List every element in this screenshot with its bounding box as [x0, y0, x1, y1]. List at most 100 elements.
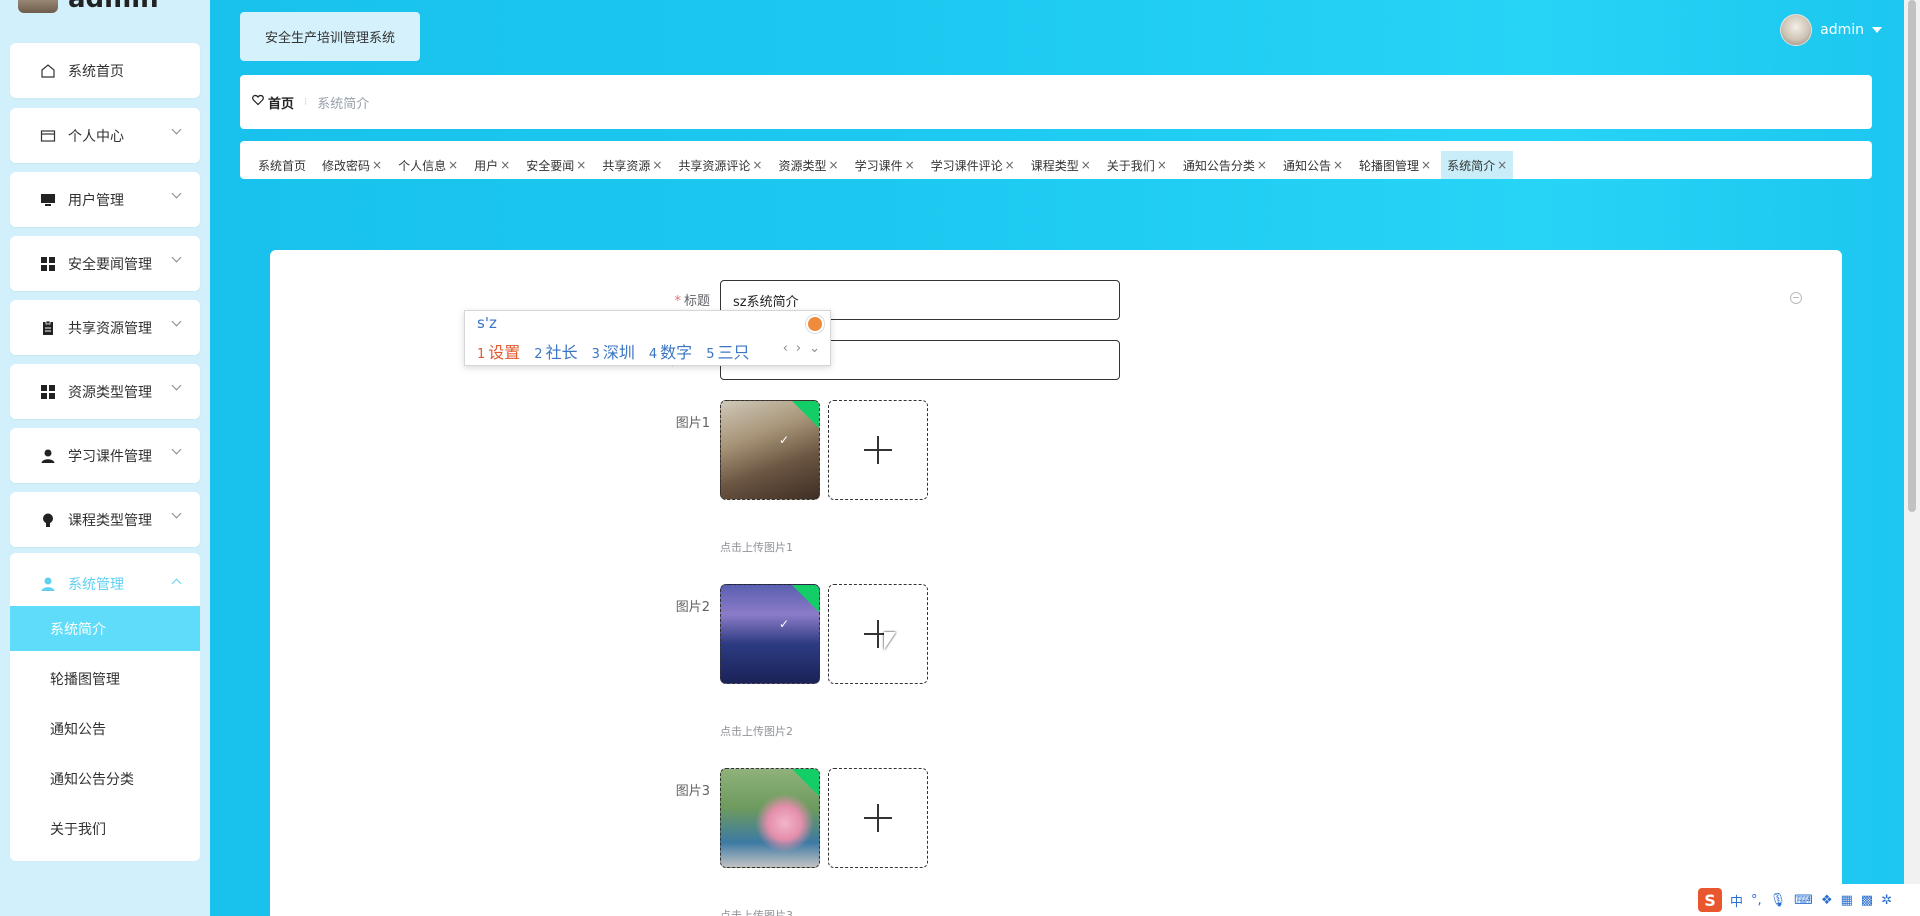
submenu-item-notice-category[interactable]: 通知公告分类 [10, 756, 200, 801]
close-icon[interactable]: × [448, 158, 458, 172]
submenu-item-system-intro[interactable]: 系统简介 [10, 606, 200, 651]
ime-candidate[interactable]: 2 社长 [534, 339, 577, 363]
image1-thumbnail[interactable]: ✓ [720, 400, 820, 500]
sidebar: admin 系统首页 个人中心 用户管理 安全要闻管理 共享资源管理 [0, 0, 210, 916]
tab-resource-types[interactable]: 资源类型 × [772, 151, 844, 179]
chevron-down-icon[interactable]: ⌄ [809, 341, 820, 356]
success-corner [792, 401, 819, 430]
close-icon[interactable]: × [500, 158, 510, 172]
ime-candidate[interactable]: 1 设置 [477, 339, 520, 363]
sidebar-item-label: 安全要闻管理 [68, 256, 152, 273]
close-icon[interactable]: × [1497, 158, 1507, 172]
ime-language-toggle[interactable]: 中 [1730, 891, 1743, 910]
close-icon[interactable]: × [752, 158, 762, 172]
chevron-down-icon [171, 188, 182, 199]
image2-upload-button[interactable] [828, 584, 928, 684]
chevron-up-icon [171, 578, 182, 589]
image3-thumbnail[interactable] [720, 768, 820, 868]
sidebar-item-shared-resources[interactable]: 共享资源管理 [10, 300, 200, 355]
keyboard-icon[interactable]: ⌨ [1794, 893, 1813, 908]
submenu-item-about-us[interactable]: 关于我们 [10, 806, 200, 851]
tab-courseware-comments[interactable]: 学习课件评论 × [925, 151, 1021, 179]
check-icon: ✓ [779, 617, 790, 631]
sidebar-item-user-management[interactable]: 用户管理 [10, 172, 200, 227]
breadcrumb-home-label: 首页 [268, 96, 295, 112]
close-icon[interactable]: × [1421, 158, 1431, 172]
home-icon [40, 63, 56, 79]
tab-shared-resource-comments[interactable]: 共享资源评论 × [672, 151, 768, 179]
sidebar-item-label: 系统管理 [68, 576, 124, 593]
submenu-item-label: 系统简介 [50, 621, 106, 638]
breadcrumb-home[interactable]: 首页 [252, 93, 294, 112]
settings-icon[interactable]: ✲ [1881, 893, 1892, 908]
sidebar-item-label: 课程类型管理 [68, 512, 152, 529]
tab-label: 通知公告 [1282, 158, 1331, 173]
image2-thumbnail[interactable]: ✓ [720, 584, 820, 684]
ime-logo-icon [806, 315, 824, 333]
image3-upload-button[interactable] [828, 768, 928, 868]
close-circle-icon[interactable] [1790, 292, 1802, 304]
microphone-icon[interactable]: 🎙 [1770, 893, 1787, 908]
tab-about-us[interactable]: 关于我们 × [1101, 151, 1173, 179]
close-icon[interactable]: × [1081, 158, 1091, 172]
sidebar-item-courseware[interactable]: 学习课件管理 [10, 428, 200, 483]
close-icon[interactable]: × [905, 158, 915, 172]
close-icon[interactable]: × [1005, 158, 1015, 172]
close-icon[interactable]: × [829, 158, 839, 172]
brand-text: admin [68, 0, 159, 14]
ime-candidate[interactable]: 4 数字 [649, 339, 692, 363]
submenu-item-notice[interactable]: 通知公告 [10, 706, 200, 751]
scrollbar-thumb[interactable] [1908, 0, 1916, 512]
person-icon [40, 448, 56, 464]
ime-candidate[interactable]: 5 三只 [706, 339, 749, 363]
tab-change-password[interactable]: 修改密码 × [316, 151, 388, 179]
sidebar-item-personal-center[interactable]: 个人中心 [10, 108, 200, 163]
scrollbar[interactable] [1904, 0, 1920, 916]
sidebar-item-system-management[interactable]: 系统管理 [10, 556, 200, 611]
heart-icon [252, 94, 264, 110]
tab-notice-category[interactable]: 通知公告分类 × [1177, 151, 1273, 179]
skin-icon[interactable]: ❖ [1821, 893, 1833, 908]
submenu-item-label: 轮播图管理 [50, 671, 120, 688]
toolbox-icon[interactable]: ▦ [1841, 893, 1853, 908]
sogou-logo-icon[interactable]: S [1698, 888, 1722, 912]
sidebar-item-label: 系统首页 [68, 63, 124, 80]
tab-home[interactable]: 系统首页 [252, 151, 312, 179]
close-icon[interactable]: × [372, 158, 382, 172]
close-icon[interactable]: × [652, 158, 662, 172]
tab-notice[interactable]: 通知公告 × [1277, 151, 1349, 179]
sidebar-item-label: 用户管理 [68, 192, 124, 209]
sidebar-item-course-types[interactable]: 课程类型管理 [10, 492, 200, 547]
close-icon[interactable]: × [576, 158, 586, 172]
grid-icon[interactable]: ▩ [1861, 893, 1873, 908]
punctuation-icon[interactable]: °, [1751, 893, 1762, 908]
sidebar-item-safety-news[interactable]: 安全要闻管理 [10, 236, 200, 291]
tab-label: 共享资源评论 [678, 158, 751, 173]
close-icon[interactable]: × [1333, 158, 1343, 172]
ime-candidate-popup: s'z 1 设置 2 社长 3 深圳 4 数字 5 三只 ‹ › ⌄ [464, 310, 831, 366]
sidebar-item-resource-types[interactable]: 资源类型管理 [10, 364, 200, 419]
ime-candidate[interactable]: 3 深圳 [592, 339, 635, 363]
user-menu[interactable]: admin [1780, 14, 1882, 46]
submenu-item-carousel[interactable]: 轮播图管理 [10, 656, 200, 701]
title-label-text: 标题 [683, 294, 710, 309]
tab-courseware[interactable]: 学习课件 × [849, 151, 921, 179]
close-icon[interactable]: × [1257, 158, 1267, 172]
tab-safety-news[interactable]: 安全要闻 × [520, 151, 592, 179]
tab-personal-info[interactable]: 个人信息 × [392, 151, 464, 179]
tab-shared-resources[interactable]: 共享资源 × [596, 151, 668, 179]
tab-label: 通知公告分类 [1182, 158, 1255, 173]
tab-course-types[interactable]: 课程类型 × [1025, 151, 1097, 179]
chevron-left-icon[interactable]: ‹ [783, 341, 788, 356]
tab-system-intro[interactable]: 系统简介 × [1441, 151, 1514, 179]
image1-upload-button[interactable] [828, 400, 928, 500]
mouse-cursor [884, 632, 896, 650]
image3-hint: 点击上传图片3 [720, 909, 793, 916]
close-icon[interactable]: × [1157, 158, 1167, 172]
tab-carousel[interactable]: 轮播图管理 × [1353, 151, 1437, 179]
monitor-icon [40, 192, 56, 208]
title-input-value: sz系统简介 [733, 294, 799, 310]
sidebar-item-home[interactable]: 系统首页 [10, 43, 200, 98]
tab-user[interactable]: 用户 × [468, 151, 516, 179]
chevron-right-icon[interactable]: › [796, 341, 801, 356]
